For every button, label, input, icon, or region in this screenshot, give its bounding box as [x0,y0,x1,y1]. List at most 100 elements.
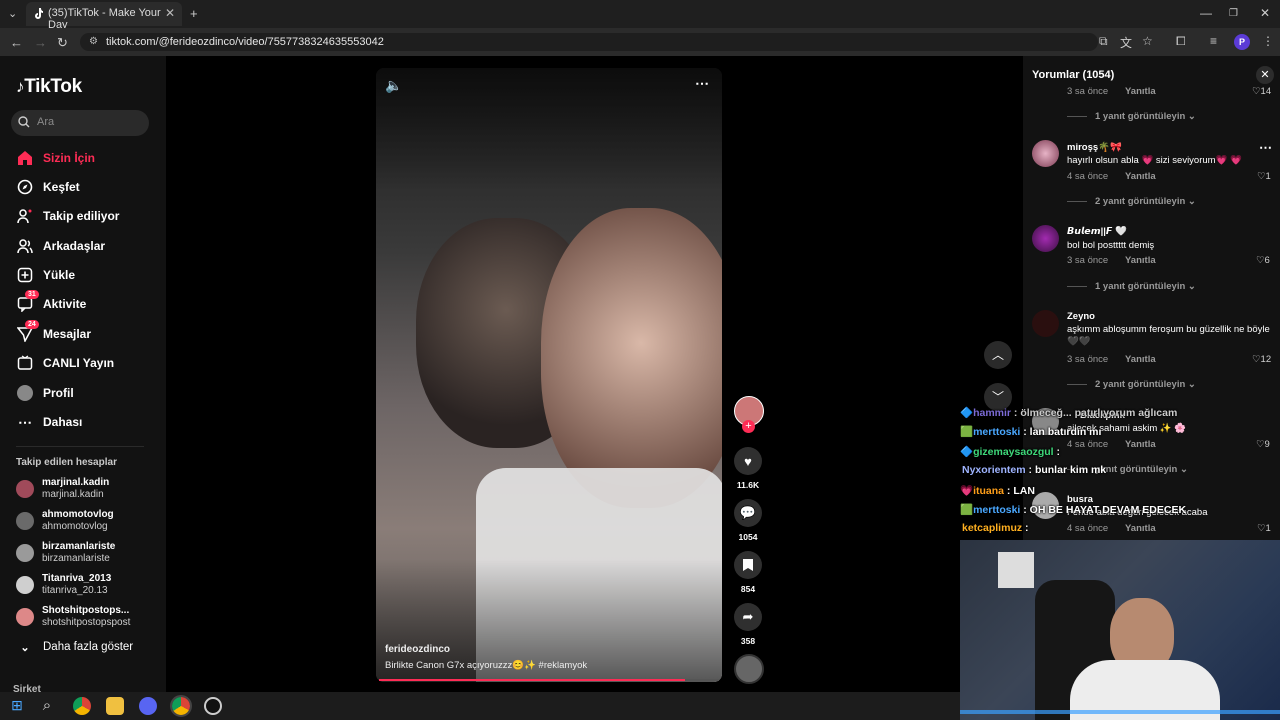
minimize-icon[interactable]: — [1200,6,1212,20]
reply-button[interactable]: Yanıtla [1125,171,1156,182]
windows-start-icon[interactable]: ⊞ [8,697,26,715]
reply-button[interactable]: Yanıtla [1125,523,1156,534]
comment-more-icon[interactable]: ⋯ [1259,140,1272,156]
comment-username[interactable]: 𝘽𝙪𝙡𝙚𝙢||𝙁 🤍 [1067,226,1127,237]
comment-time: 4 sa önce [1067,523,1109,534]
save-button[interactable]: 854 [734,551,762,594]
restore-icon[interactable]: ❐ [1229,8,1238,19]
sidebar-item-profile[interactable]: Profil [16,382,74,404]
sidebar-item-friends[interactable]: Arkadaşlar [16,235,105,257]
reload-icon[interactable]: ↻ [57,35,68,51]
chat-text: : LAN [1004,485,1035,497]
video-author[interactable]: ferideozdinco [385,644,450,655]
comment-like[interactable]: ♡1 [1257,171,1271,182]
followed-account[interactable]: Titanriva_2013 titanriva_20.13 [16,570,111,600]
reply-button[interactable]: Yanıtla [1125,255,1156,266]
comment-button[interactable]: 💬 1054 [734,499,762,542]
music-disc-icon[interactable] [734,654,764,684]
followed-account[interactable]: birzamanlariste birzamanlariste [16,538,115,568]
video-more-icon[interactable]: ⋯ [695,75,709,92]
profile-avatar[interactable]: P [1234,34,1250,50]
followed-account[interactable]: ahmomotovlog ahmomotovlog [16,506,114,536]
sidebar-item-messages[interactable]: 24 Mesajlar [16,320,91,345]
reply-button[interactable]: Yanıtla [1125,354,1156,365]
comment-username[interactable]: Zeyno [1067,311,1095,322]
view-replies-label: yanıt görüntüleyin [1095,464,1178,475]
chat-user: Nyxorientem [962,464,1026,476]
tab-list-chevron-icon[interactable]: ⌄ [8,7,17,20]
file-explorer-icon[interactable] [106,697,124,715]
like-button[interactable]: ♥ 11.6K [734,447,762,490]
translate-icon[interactable]: 文 [1120,34,1132,51]
sidebar-item-for-you[interactable]: Sizin İçin [16,147,95,169]
follow-plus-icon[interactable]: + [742,420,755,433]
back-icon[interactable]: ← [10,35,23,50]
followed-account[interactable]: Shotshitpostops... shotshitpostopspost [16,602,130,632]
avatar [16,544,34,562]
following-accounts-title: Takip edilen hesaplar [16,457,117,468]
volume-icon[interactable]: 🔈 [385,77,402,94]
search-taskbar-icon[interactable]: ⌕ [38,697,56,715]
comment-like[interactable]: ♡1 [1257,523,1271,534]
comment-like[interactable]: ♡6 [1256,255,1270,266]
sidebar-item-upload[interactable]: Yükle [16,264,75,286]
like-count: 11.6K [736,480,760,490]
close-window-icon[interactable]: ✕ [1260,6,1270,20]
followed-account[interactable]: marjinal.kadin marjinal.kadin [16,474,109,504]
chat-user: gizemaysaozgul [973,446,1054,458]
reply-button[interactable]: Yanıtla [1125,86,1156,97]
comment-username[interactable]: miroşş🌴🎀 [1067,142,1122,153]
forward-icon[interactable]: → [34,35,47,50]
sidebar-item-activity[interactable]: 31 Aktivite [16,290,86,315]
avatar[interactable] [1032,225,1059,252]
share-button[interactable]: ➦ 358 [734,603,762,646]
chat-text: : lan batırdın mı [1020,426,1102,438]
chrome-active-icon[interactable] [170,695,192,717]
view-replies-button[interactable]: 2 yanıt görüntüleyin ⌄ [1067,379,1196,390]
account-name: birzamanlariste [42,541,116,552]
chat-message: 🟩merttoski : lan batırdın mı [960,425,1101,438]
obs-icon[interactable] [204,697,222,715]
video-progress-track[interactable] [379,679,719,681]
bookmark-star-icon[interactable]: ☆ [1142,34,1153,48]
sidebar-item-label: Yükle [43,268,76,282]
close-comments-button[interactable]: ✕ [1256,66,1274,84]
search-input[interactable]: Ara [11,110,149,136]
new-tab-button[interactable]: + [190,6,198,21]
media-controls-icon[interactable]: ≡ [1210,34,1217,48]
compass-icon [16,178,34,196]
webcam-overlay [960,540,1280,720]
view-replies-button[interactable]: 2 yanıt görüntüleyin ⌄ [1067,196,1196,207]
sidebar-item-more[interactable]: ⋯ Dahası [16,411,82,433]
discord-icon[interactable] [139,697,157,715]
browser-tab[interactable]: (35)TikTok - Make Your Day ✕ [26,2,182,31]
extensions-icon[interactable]: ⧠ [1176,34,1186,49]
reply-button[interactable]: Yanıtla [1125,439,1156,450]
view-replies-button[interactable]: 1 yanıt görüntüleyin ⌄ [1067,281,1196,292]
chat-badge-icon: 🔷 [960,407,974,419]
chrome-icon[interactable] [73,697,91,715]
chat-message: Nyxorientem : bunlar kim mk [962,464,1106,476]
show-more-button[interactable]: ⌄ Daha fazla göster [16,636,133,658]
avatar[interactable] [1032,140,1059,167]
tab-close-icon[interactable]: ✕ [165,6,175,20]
search-icon [18,116,30,128]
video-player[interactable] [376,68,722,682]
account-name: ahmomotovlog [42,509,114,520]
browser-menu-icon[interactable]: ⋮ [1262,34,1274,48]
comment-like[interactable]: ♡12 [1252,354,1271,365]
url-field[interactable]: ⚙ tiktok.com/@ferideozdinco/video/755773… [80,33,1098,51]
avatar[interactable] [1032,310,1059,337]
sidebar-item-following[interactable]: Takip ediliyor [16,205,119,227]
heart-outline-icon: ♡ [1256,439,1265,450]
comment-like[interactable]: ♡14 [1252,86,1271,97]
sidebar-item-label: Sizin İçin [43,151,96,165]
comment-like[interactable]: ♡9 [1256,439,1270,450]
site-info-icon[interactable]: ⚙ [89,36,98,47]
sidebar-item-live[interactable]: CANLI Yayın [16,352,114,374]
tiktok-logo[interactable]: ♪TikTok [16,76,82,98]
install-app-icon[interactable]: ⧉ [1099,34,1108,49]
previous-video-button[interactable]: ︿ [984,341,1012,369]
sidebar-item-explore[interactable]: Keşfet [16,176,80,198]
view-replies-button[interactable]: 1 yanıt görüntüleyin ⌄ [1067,111,1196,122]
